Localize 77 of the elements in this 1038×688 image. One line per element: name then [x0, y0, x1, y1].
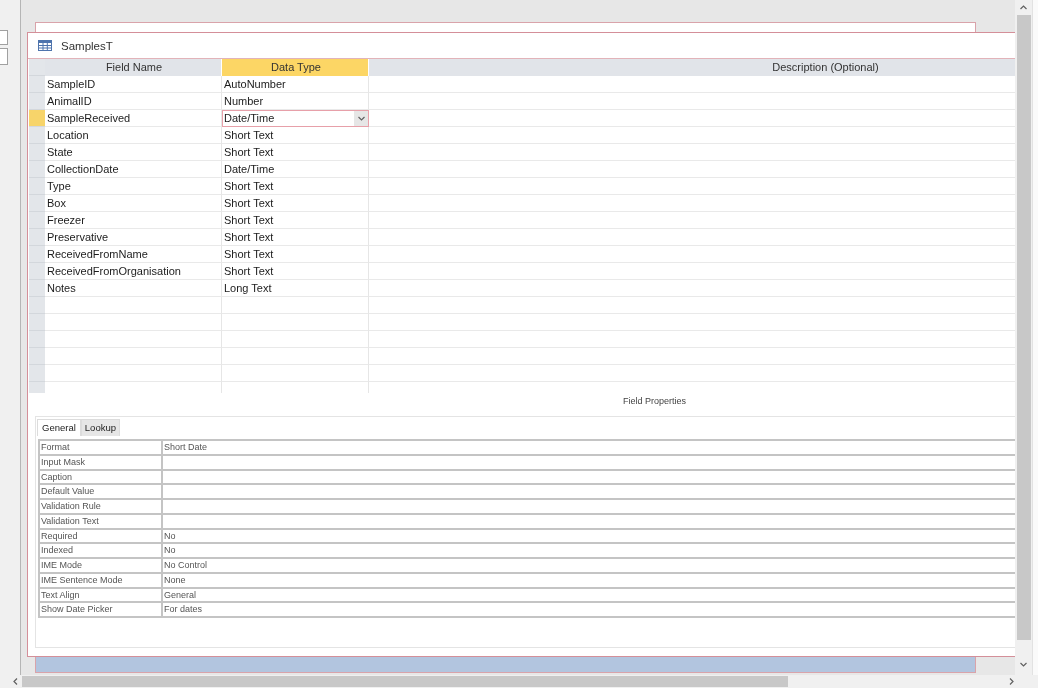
property-label: Input Mask	[40, 455, 163, 471]
field-name-cell: Freezer	[45, 212, 222, 229]
table-icon	[38, 40, 52, 51]
tab[interactable]: Lookup	[80, 419, 120, 436]
scrollbar-thumb[interactable]	[1016, 15, 1031, 640]
property-label: Show Date Picker	[40, 603, 163, 618]
row-selector[interactable]	[29, 331, 45, 348]
property-label: Validation Rule	[40, 500, 163, 515]
row-selector[interactable]	[29, 195, 45, 212]
data-type-cell: Short Text	[222, 178, 369, 195]
window-title: SamplesT	[61, 39, 113, 52]
property-label: Required	[40, 529, 163, 545]
field-name-cell: SampleID	[45, 76, 222, 93]
section-title: Field Properties	[622, 395, 687, 408]
row-selector[interactable]	[29, 280, 45, 297]
property-label: Indexed	[40, 544, 163, 559]
column-header[interactable]: Description (Optional)	[369, 59, 1015, 76]
row-selector[interactable]	[29, 127, 45, 144]
property-label: Text Align	[40, 588, 163, 604]
caret-right-icon	[1008, 678, 1014, 685]
data-type-cell: AutoNumber	[222, 76, 369, 93]
field-name-cell: Box	[45, 195, 222, 212]
row-selector[interactable]	[29, 246, 45, 263]
row-selector[interactable]	[29, 314, 45, 331]
caret-down-icon	[357, 116, 365, 121]
field-name-cell: Type	[45, 178, 222, 195]
data-type-field[interactable]: Date/Time	[222, 110, 369, 127]
horizontal-scrollbar[interactable]	[0, 675, 1038, 688]
row-selector[interactable]	[29, 365, 45, 382]
data-type-cell: Date/Time	[222, 161, 369, 178]
field-name-cell: SampleReceived	[45, 110, 222, 127]
vertical-scrollbar[interactable]	[1015, 0, 1032, 675]
field-name-cell: State	[45, 144, 222, 161]
data-type-cell: Short Text	[222, 246, 369, 263]
dropdown-button[interactable]	[354, 111, 368, 126]
column-header[interactable]: Data Type	[222, 59, 369, 76]
data-type-cell: Short Text	[222, 212, 369, 229]
row-selector[interactable]	[29, 161, 45, 178]
row-selector[interactable]	[29, 348, 45, 365]
data-type-cell: Short Text	[222, 144, 369, 161]
row-selector[interactable]	[29, 76, 45, 93]
data-type-cell: Long Text	[222, 280, 369, 297]
property-label: Default Value	[40, 485, 163, 500]
data-type-cell: Number	[222, 93, 369, 110]
data-type-cell: Short Text	[222, 263, 369, 280]
field-name-cell: Location	[45, 127, 222, 144]
field-name-cell: Notes	[45, 280, 222, 297]
row-selector[interactable]	[29, 263, 45, 280]
row-selector[interactable]	[29, 212, 45, 229]
row-selector[interactable]	[29, 144, 45, 161]
row-selector[interactable]	[29, 297, 45, 314]
column-header[interactable]: Field Name	[45, 59, 222, 76]
property-label: Validation Text	[40, 514, 163, 530]
pane-control-edge	[0, 48, 8, 65]
caret-down-icon	[1020, 662, 1027, 667]
data-type-cell: Short Text	[222, 127, 369, 144]
row-selector[interactable]	[29, 229, 45, 246]
property-label: Caption	[40, 470, 163, 486]
pane-control-edge	[0, 30, 8, 45]
property-label: Format	[40, 441, 163, 456]
row-selector-header	[29, 59, 45, 76]
caret-left-icon	[12, 678, 18, 685]
field-name-cell: Preservative	[45, 229, 222, 246]
data-type-cell: Short Text	[222, 229, 369, 246]
row-selector[interactable]	[29, 178, 45, 195]
data-type-cell: Short Text	[222, 195, 369, 212]
tab[interactable]: General	[37, 419, 81, 436]
property-label: IME Mode	[40, 559, 163, 574]
scrollbar-thumb[interactable]	[22, 676, 788, 687]
field-name-cell: CollectionDate	[45, 161, 222, 178]
field-name-cell: ReceivedFromOrganisation	[45, 263, 222, 280]
row-selector[interactable]	[29, 110, 45, 127]
field-name-cell: AnimalID	[45, 93, 222, 110]
caret-up-icon	[1020, 5, 1027, 10]
property-label: IME Sentence Mode	[40, 573, 163, 589]
row-selector[interactable]	[29, 93, 45, 110]
field-name-cell: ReceivedFromName	[45, 246, 222, 263]
